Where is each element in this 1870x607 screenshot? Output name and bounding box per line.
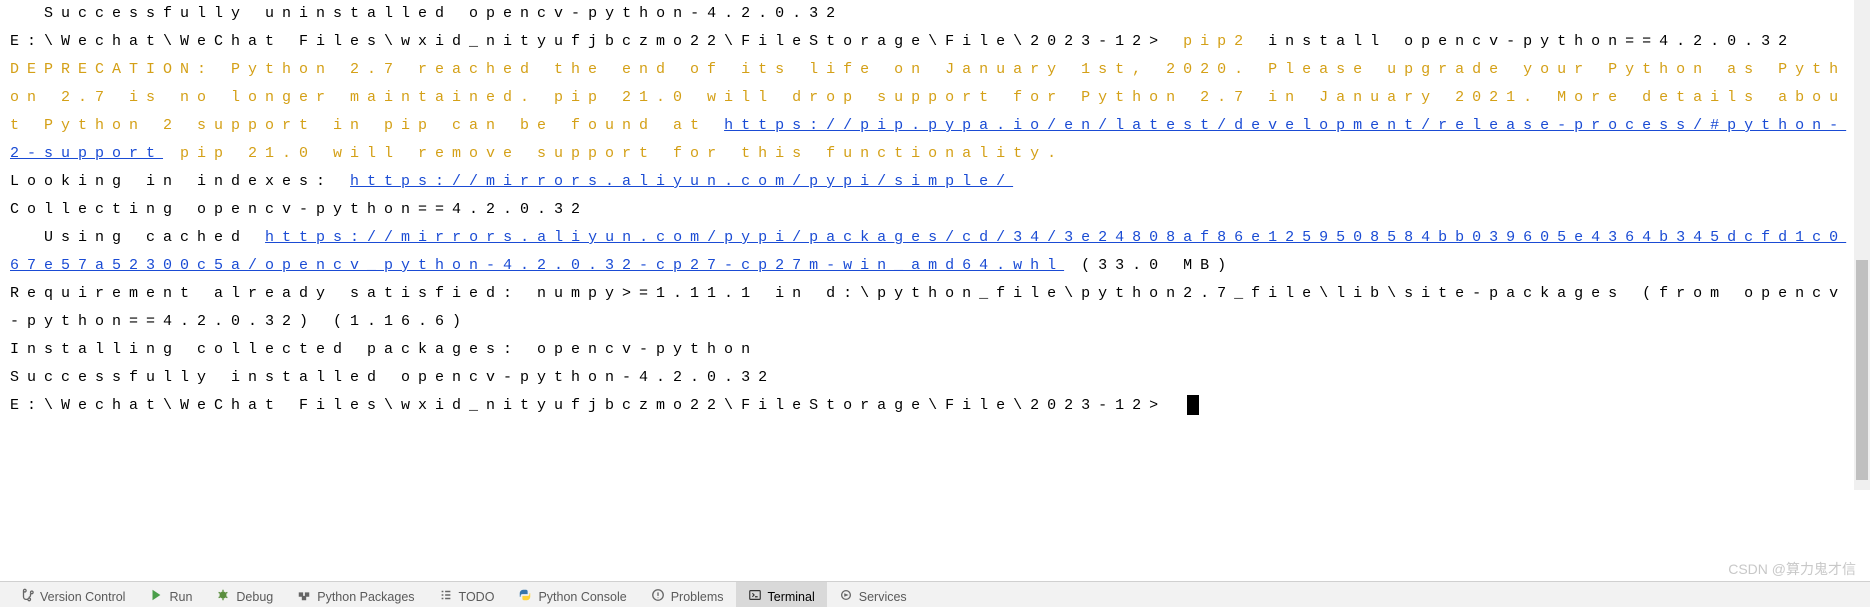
command-args: install opencv-python==4.2.0.32 bbox=[1251, 33, 1795, 50]
tab-terminal[interactable]: Terminal bbox=[736, 582, 827, 607]
play-icon bbox=[149, 588, 163, 602]
tab-problems[interactable]: Problems bbox=[639, 582, 736, 607]
python-icon bbox=[518, 588, 532, 602]
tab-python-console[interactable]: Python Console bbox=[506, 582, 638, 607]
collecting-line: Collecting opencv-python==4.2.0.32 bbox=[10, 196, 1860, 224]
size-text: (33.0 MB) bbox=[1064, 257, 1234, 274]
tab-run[interactable]: Run bbox=[137, 582, 204, 607]
prompt-path: E:\Wechat\WeChat Files\wxid_nityufjbczmo… bbox=[10, 397, 1183, 414]
warning-text: pip 21.0 will remove support for this fu… bbox=[163, 145, 1064, 162]
bug-icon bbox=[216, 588, 230, 602]
tab-label: Version Control bbox=[40, 590, 125, 604]
requirement-line: Requirement already satisfied: numpy>=1.… bbox=[10, 280, 1860, 336]
prompt-line: E:\Wechat\WeChat Files\wxid_nityufjbczmo… bbox=[10, 392, 1860, 420]
label-text: Looking in indexes: bbox=[10, 173, 350, 190]
tab-label: Debug bbox=[236, 590, 273, 604]
label-text: Using cached bbox=[10, 229, 265, 246]
installing-line: Installing collected packages: opencv-py… bbox=[10, 336, 1860, 364]
package-link[interactable]: https://mirrors.aliyun.com/pypi/packages… bbox=[10, 229, 1846, 274]
tab-label: Run bbox=[169, 590, 192, 604]
tab-todo[interactable]: TODO bbox=[427, 582, 507, 607]
tab-label: TODO bbox=[459, 590, 495, 604]
output-line: Successfully uninstalled opencv-python-4… bbox=[10, 0, 1860, 28]
tab-label: Services bbox=[859, 590, 907, 604]
terminal-output[interactable]: Successfully uninstalled opencv-python-4… bbox=[0, 0, 1870, 485]
services-icon bbox=[839, 588, 853, 602]
warning-icon bbox=[651, 588, 665, 602]
cursor-icon bbox=[1187, 395, 1199, 415]
vertical-scrollbar[interactable] bbox=[1854, 0, 1870, 490]
bottom-toolbar: Version Control Run Debug Python Package… bbox=[0, 581, 1870, 607]
list-icon bbox=[439, 588, 453, 602]
tab-services[interactable]: Services bbox=[827, 582, 919, 607]
tab-version-control[interactable]: Version Control bbox=[8, 582, 137, 607]
tab-debug[interactable]: Debug bbox=[204, 582, 285, 607]
watermark: CSDN @算力鬼才信 bbox=[1728, 559, 1856, 579]
packages-icon bbox=[297, 588, 311, 602]
success-line: Successfully installed opencv-python-4.2… bbox=[10, 364, 1860, 392]
scrollbar-thumb[interactable] bbox=[1856, 260, 1868, 480]
tab-label: Problems bbox=[671, 590, 724, 604]
deprecation-warning: DEPRECATION: Python 2.7 reached the end … bbox=[10, 56, 1860, 168]
prompt-line: E:\Wechat\WeChat Files\wxid_nityufjbczmo… bbox=[10, 28, 1860, 56]
tab-label: Python Console bbox=[538, 590, 626, 604]
tab-label: Python Packages bbox=[317, 590, 414, 604]
tab-python-packages[interactable]: Python Packages bbox=[285, 582, 426, 607]
cached-line: Using cached https://mirrors.aliyun.com/… bbox=[10, 224, 1860, 280]
branch-icon bbox=[20, 588, 34, 602]
index-link[interactable]: https://mirrors.aliyun.com/pypi/simple/ bbox=[350, 173, 1013, 190]
command-name: pip2 bbox=[1183, 33, 1251, 50]
indexes-line: Looking in indexes: https://mirrors.aliy… bbox=[10, 168, 1860, 196]
prompt-path: E:\Wechat\WeChat Files\wxid_nityufjbczmo… bbox=[10, 33, 1183, 50]
tab-label: Terminal bbox=[768, 590, 815, 604]
terminal-icon bbox=[748, 588, 762, 602]
